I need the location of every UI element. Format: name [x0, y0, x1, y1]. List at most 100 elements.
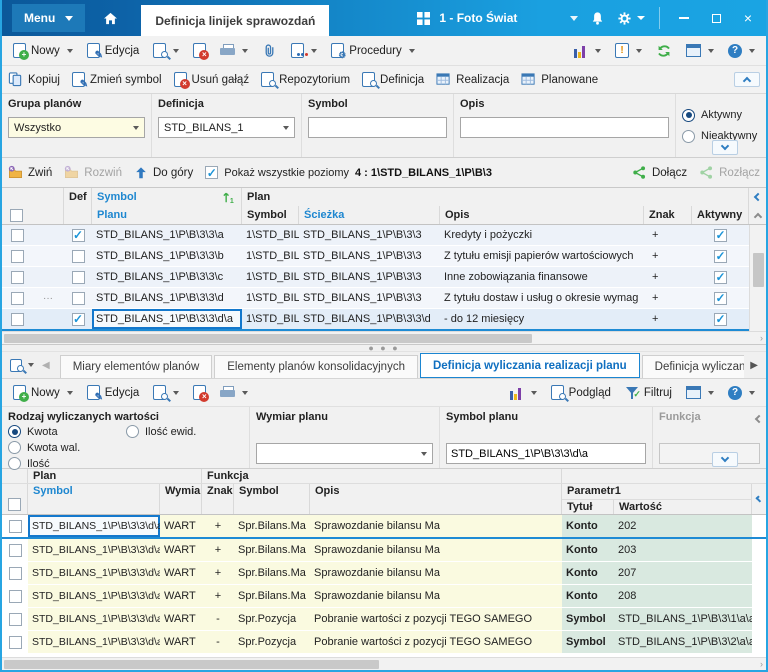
tytul-cell[interactable]: Konto	[562, 585, 614, 607]
settings-button[interactable]	[617, 11, 645, 26]
chevron-down-icon[interactable]	[28, 363, 34, 367]
checkbox[interactable]	[714, 313, 727, 326]
col-plan-symbol[interactable]: Symbol	[242, 206, 299, 224]
maximize-button[interactable]	[706, 8, 726, 28]
row-select-cell[interactable]	[2, 267, 32, 287]
table-row[interactable]: STD_BILANS_1\P\B\3\3\a1\STD_BILSTD_BILAN…	[2, 225, 749, 246]
edit-detail-button[interactable]: ✎ Edycja	[82, 382, 145, 403]
def-cell[interactable]	[64, 309, 92, 329]
go-up-button[interactable]: Do góry	[134, 166, 193, 180]
row-options-cell[interactable]	[32, 309, 64, 329]
wymiar-cell[interactable]: WART	[160, 631, 202, 653]
close-button[interactable]: ×	[738, 8, 758, 28]
table-row[interactable]: STD_BILANS_1\P\B\3\3\d\aWART-Spr.Pozycja…	[2, 608, 766, 631]
znak-cell[interactable]: +	[202, 539, 234, 561]
col-znak[interactable]: Znak	[202, 484, 234, 514]
checkbox[interactable]	[72, 313, 85, 326]
row-options-cell[interactable]	[32, 267, 64, 287]
scroll-right-button[interactable]: ›	[760, 333, 763, 343]
znak-cell[interactable]: +	[644, 309, 692, 329]
tab-2[interactable]: Definicja wyliczania realizacji planu	[420, 353, 640, 378]
select-all-checkbox[interactable]	[2, 206, 32, 224]
col-funkcja-symbol[interactable]: Symbol	[234, 484, 310, 514]
col-aktywny[interactable]: Aktywny	[692, 206, 749, 224]
scrollbar-thumb[interactable]	[753, 253, 764, 287]
plan-symbol-cell[interactable]: 1\STD_BIL	[242, 309, 299, 329]
symbol-cell[interactable]: STD_BILANS_1\P\B\3\3\d\a	[28, 562, 160, 584]
funkcja-symbol-cell[interactable]: Spr.Bilans.Ma	[234, 515, 310, 537]
col-symbol[interactable]: Symbol	[28, 484, 160, 514]
print-button[interactable]	[215, 41, 253, 60]
row-select-cell[interactable]	[2, 562, 28, 584]
checkbox[interactable]	[72, 292, 85, 305]
col-tytul[interactable]: Tytuł	[562, 500, 614, 514]
action-grid-button[interactable]: Realizacja	[436, 72, 509, 87]
row-select-cell[interactable]	[2, 608, 28, 630]
row-options-cell[interactable]	[32, 246, 64, 266]
opis-cell[interactable]: Pobranie wartości z pozycji TEGO SAMEGO	[310, 631, 562, 653]
checkbox[interactable]	[11, 250, 24, 263]
tabs-scroll-left[interactable]: ◀	[38, 360, 54, 371]
row-select-cell[interactable]	[2, 539, 28, 561]
znak-cell[interactable]: +	[644, 225, 692, 245]
new-button[interactable]: + Nowy	[8, 40, 78, 61]
tab-0[interactable]: Miary elementów planów	[60, 355, 213, 378]
opis-cell[interactable]: Inne zobowiązania finansowe	[440, 267, 644, 287]
row-select-cell[interactable]	[2, 246, 32, 266]
znak-cell[interactable]: +	[644, 246, 692, 266]
alerts-button[interactable]: !	[610, 40, 647, 61]
attachments-button[interactable]	[257, 40, 282, 61]
wymiar-cell[interactable]: WART	[160, 539, 202, 561]
sciezka-cell[interactable]: STD_BILANS_1\P\B\3\3	[299, 246, 440, 266]
symbol-cell[interactable]: STD_BILANS_1\P\B\3\3\d\a	[28, 539, 160, 561]
aktywny-cell[interactable]	[692, 246, 749, 266]
aktywny-cell[interactable]	[692, 267, 749, 287]
znak-cell[interactable]: +	[202, 585, 234, 607]
opis-cell[interactable]: Sprawozdanie bilansu Ma	[310, 515, 562, 537]
funkcja-symbol-cell[interactable]: Spr.Bilans.Ma	[234, 585, 310, 607]
def-cell[interactable]	[64, 225, 92, 245]
table-row[interactable]: ···STD_BILANS_1\P\B\3\3\d1\STD_BILSTD_BI…	[2, 288, 749, 309]
wartosc-cell[interactable]: 202	[614, 515, 752, 537]
view-settings-detail-button[interactable]	[681, 383, 719, 402]
col-parametr1[interactable]: Parametr1	[562, 484, 751, 500]
chart-button[interactable]	[569, 41, 606, 61]
preview-button[interactable]	[148, 40, 184, 61]
table-row[interactable]: STD_BILANS_1\P\B\3\3\d\aWART+Spr.Bilans.…	[2, 539, 766, 562]
col-wartosc[interactable]: Wartość	[614, 500, 667, 514]
related-docs-button[interactable]	[286, 40, 322, 61]
expand-filters-button[interactable]	[712, 140, 738, 155]
symbol-planu-input[interactable]	[446, 443, 646, 464]
scroll-up-button[interactable]	[749, 206, 766, 224]
col-opis[interactable]: Opis	[310, 484, 562, 514]
checkbox[interactable]	[72, 250, 85, 263]
col-symbol-planu[interactable]: Symbol	[92, 188, 242, 206]
wymiar-cell[interactable]: WART	[160, 562, 202, 584]
symbol-cell[interactable]: STD_BILANS_1\P\B\3\3\d\a	[28, 585, 160, 607]
splitter-handle[interactable]: ● ● ●	[2, 345, 766, 352]
action-copy-button[interactable]: Kopiuj	[8, 72, 60, 87]
tab-1[interactable]: Elementy planów konsolidacyjnych	[214, 355, 418, 378]
symbol-cell[interactable]: STD_BILANS_1\P\B\3\3\d\a	[28, 608, 160, 630]
select-all-checkbox[interactable]	[2, 484, 28, 514]
filter-button[interactable]: ✓Filtruj	[620, 383, 677, 403]
symbol-input[interactable]	[308, 117, 447, 138]
help-button[interactable]: ?	[723, 41, 760, 61]
wymiar-select[interactable]	[256, 443, 433, 464]
action-grid-button[interactable]: Planowane	[521, 72, 598, 87]
minimize-button[interactable]	[674, 8, 694, 28]
collapse-column-button[interactable]	[749, 188, 766, 206]
definicja-select[interactable]: STD_BILANS_1	[158, 117, 295, 138]
detach-button[interactable]: Rozłącz	[699, 165, 760, 180]
tytul-cell[interactable]: Konto	[562, 539, 614, 561]
help-detail-button[interactable]: ?	[723, 383, 760, 403]
opis-cell[interactable]: - do 12 miesięcy	[440, 309, 644, 329]
radio-aktywny[interactable]: Aktywny	[682, 109, 760, 122]
row-select-cell[interactable]	[2, 225, 32, 245]
wymiar-cell[interactable]: WART	[160, 585, 202, 607]
row-select-cell[interactable]	[2, 585, 28, 607]
def-cell[interactable]	[64, 246, 92, 266]
opis-input[interactable]	[460, 117, 669, 138]
znak-cell[interactable]: +	[644, 288, 692, 308]
symbol-cell[interactable]: STD_BILANS_1\P\B\3\3\c	[92, 267, 242, 287]
